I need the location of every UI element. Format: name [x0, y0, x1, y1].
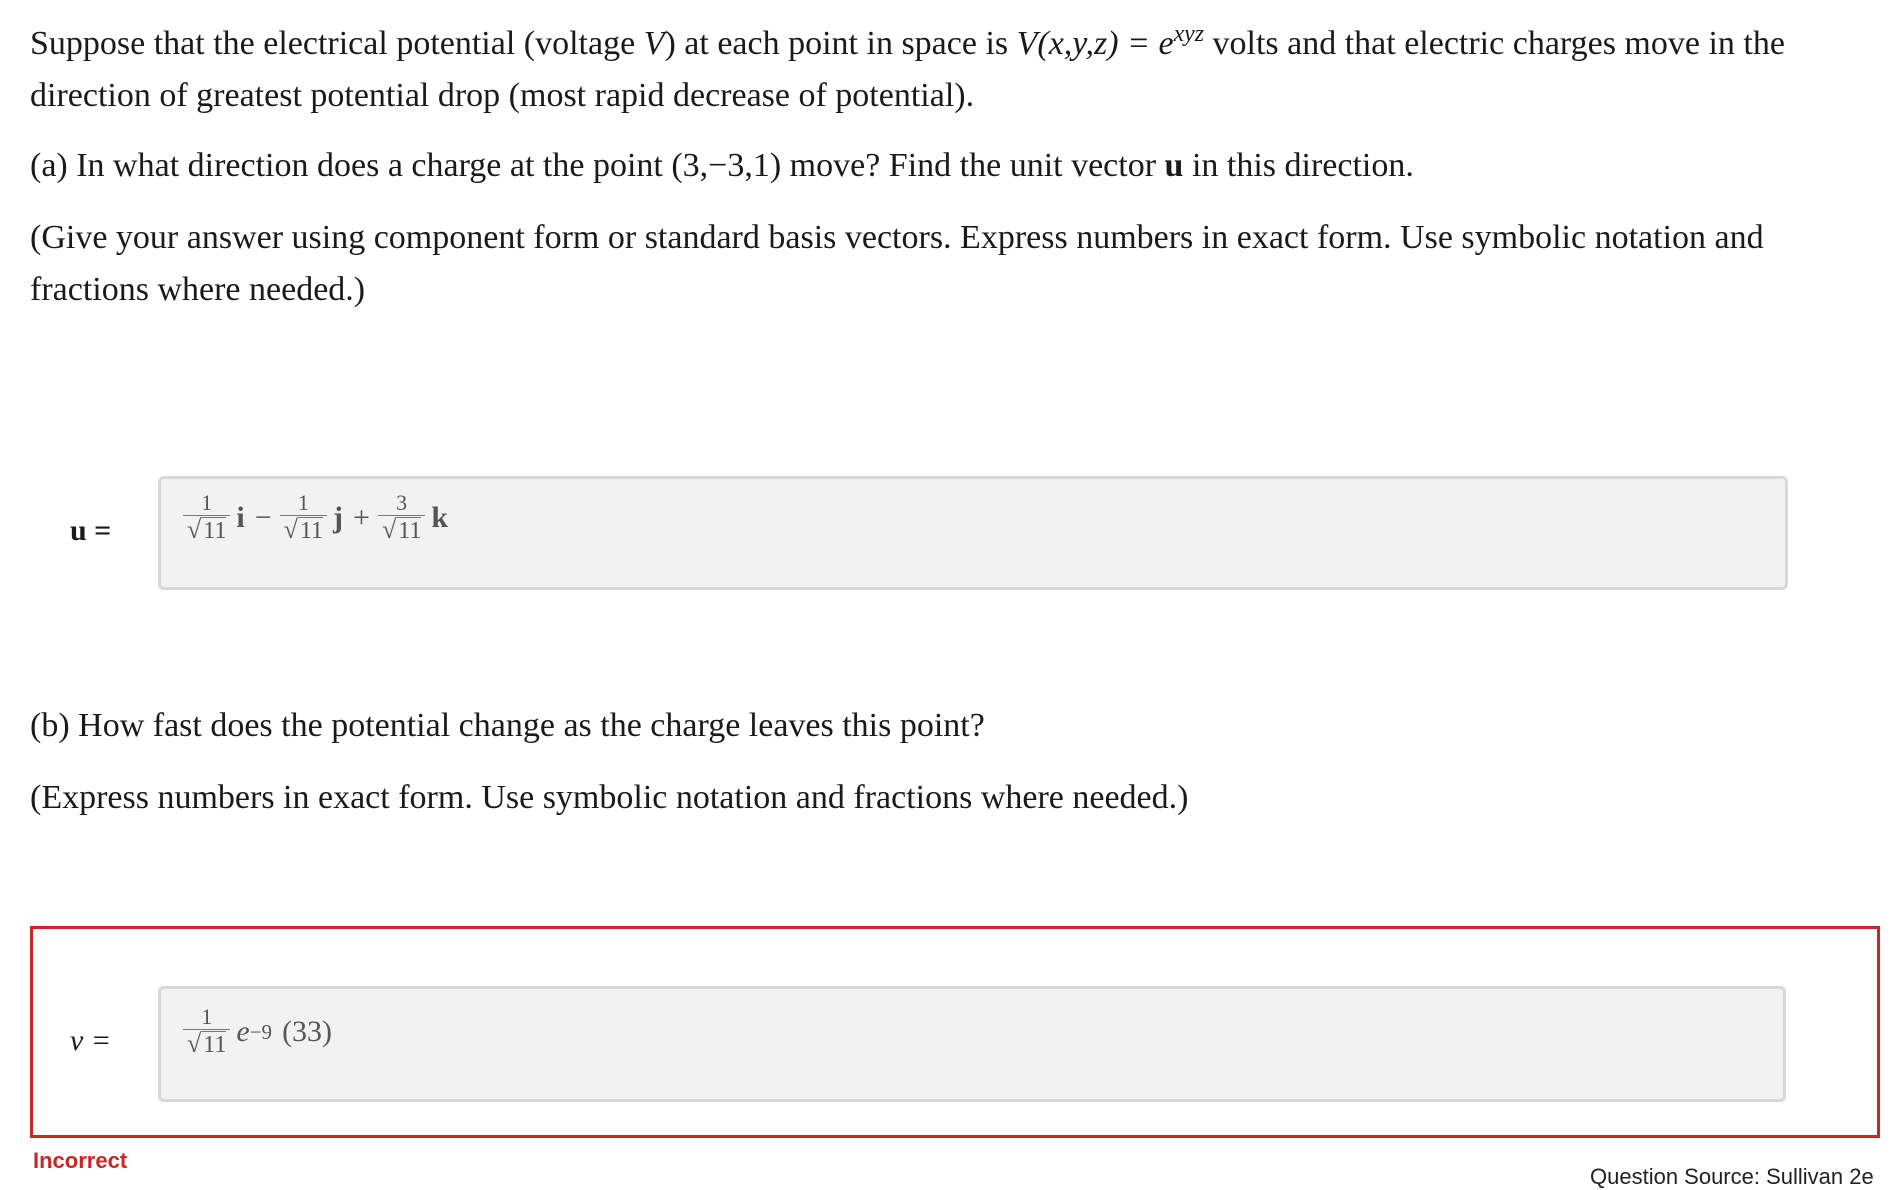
answer-u-input[interactable]: 1 √11 i − 1 √11 j + 3 √11 k [158, 476, 1788, 590]
v-fraction: 1 √11 [183, 1005, 231, 1059]
incorrect-status: Incorrect [33, 1148, 128, 1173]
u-op-2: + [353, 501, 370, 534]
v-base: e [236, 1015, 250, 1048]
answer-u-label: u = [70, 514, 112, 547]
u-term-i-fraction: 1 √11 [183, 491, 231, 545]
u-term-j-vector: j [333, 501, 344, 534]
u-op-1: − [254, 501, 272, 534]
u-term-j-fraction: 1 √11 [279, 491, 328, 545]
answer-v-input[interactable]: 1 √11 e −9 (33) [158, 986, 1786, 1102]
part-b-question: (b) How fast does the potential change a… [30, 707, 985, 744]
v-tail: (33) [282, 1015, 333, 1048]
answer-v-row: v = 1 √11 e −9 (33) [30, 986, 1786, 1106]
u-term-k-vector: k [431, 501, 449, 534]
u-term-i-vector: i [236, 501, 245, 534]
problem-intro: Suppose that the electrical potential (v… [30, 20, 1785, 114]
answer-v-label: v = [70, 1024, 112, 1057]
answer-u-row: u = 1 √11 i − 1 √11 j + 3 √11 k [30, 476, 1788, 596]
answer-u-expression: 1 √11 i − 1 √11 j + 3 √11 k [181, 491, 452, 545]
question-source: Question Source: Sullivan 2e [1590, 1164, 1874, 1189]
u-term-k-fraction: 3 √11 [377, 491, 426, 545]
answer-v-expression: 1 √11 e −9 (33) [181, 1005, 332, 1059]
part-a-question: (a) In what direction does a charge at t… [30, 147, 1414, 184]
part-b-hint: (Express numbers in exact form. Use symb… [30, 779, 1189, 816]
part-a-hint: (Give your answer using component form o… [30, 219, 1764, 308]
